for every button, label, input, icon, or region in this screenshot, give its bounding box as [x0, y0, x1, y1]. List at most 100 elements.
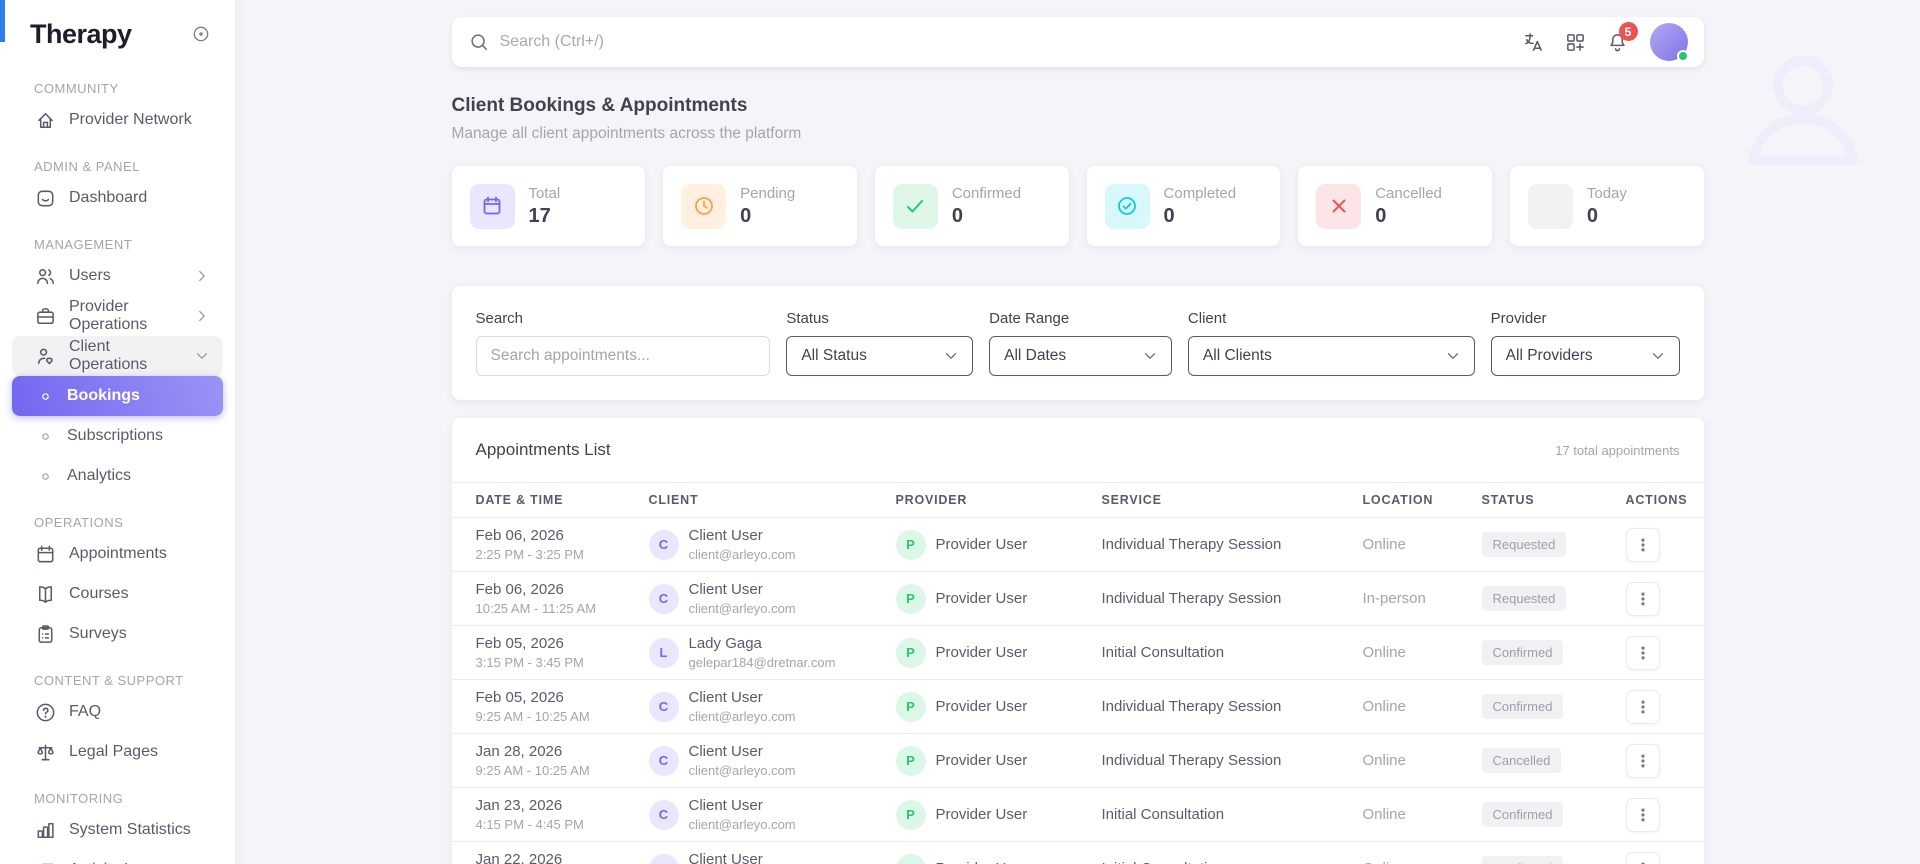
client-name: Client User — [688, 581, 763, 598]
sidebar-item-users[interactable]: Users — [12, 256, 223, 296]
status-badge: Confirmed — [1481, 640, 1564, 665]
client-avatar: C — [648, 745, 679, 776]
provider-name: Provider User — [935, 590, 1028, 607]
bullet-icon — [39, 470, 52, 483]
stat-value: 17 — [528, 204, 551, 227]
client-name: Lady Gaga — [688, 635, 762, 652]
client-avatar: C — [648, 691, 679, 722]
status-filter-select[interactable]: All Status — [786, 336, 974, 376]
sidebar-pin-icon[interactable] — [191, 24, 211, 44]
calendar-icon — [34, 543, 57, 566]
row-actions-button[interactable] — [1625, 689, 1660, 724]
bullet-icon — [39, 390, 52, 403]
row-actions-button[interactable] — [1625, 851, 1660, 864]
stat-label: Completed — [1163, 184, 1237, 202]
appointments-total-count: 17 total appointments — [1555, 442, 1680, 458]
sidebar-accent-bar — [0, 0, 5, 42]
row-actions-button[interactable] — [1625, 797, 1660, 832]
language-icon — [1522, 31, 1545, 54]
provider-avatar: P — [895, 529, 926, 560]
notification-badge: 5 — [1618, 22, 1638, 41]
home-icon — [34, 109, 57, 132]
appointment-date: Feb 06, 2026 — [475, 581, 564, 598]
filter-label-status: Status — [786, 310, 829, 327]
stat-label: Pending — [740, 184, 796, 202]
sidebar-item-system-statistics[interactable]: System Statistics — [12, 810, 223, 850]
client-name: Client User — [688, 689, 763, 706]
client-email: client@arleyo.com — [688, 817, 796, 832]
scale-icon — [34, 741, 57, 764]
location: Online — [1362, 643, 1406, 661]
table-row: Jan 23, 2026 4:15 PM - 4:45 PM C Client … — [451, 787, 1704, 842]
online-status-dot — [1676, 50, 1689, 62]
person-icon — [1653, 26, 1920, 176]
dots-vertical-icon — [1634, 698, 1652, 716]
column-header-location: Location — [1352, 482, 1472, 518]
table-header-row: Date & Time Client Provider Service Location… — [451, 482, 1704, 518]
sidebar-item-legal-pages[interactable]: Legal Pages — [12, 732, 223, 772]
table-row: Feb 06, 2026 2:25 PM - 3:25 PM C Client … — [451, 517, 1704, 572]
client-email: gelepar184@dretnar.com — [688, 655, 836, 670]
row-actions-button[interactable] — [1625, 635, 1660, 670]
service-name: Initial Consultation — [1102, 860, 1225, 864]
column-header-date-time: Date & Time — [451, 482, 639, 518]
status-badge: Confirmed — [1481, 856, 1564, 864]
sidebar-section-label: ADMIN & PANEL — [34, 159, 140, 174]
sidebar-item-activity-logs[interactable]: Activity Logs — [12, 850, 223, 864]
dots-vertical-icon — [1634, 536, 1652, 554]
provider-filter-select[interactable]: All Providers — [1490, 336, 1680, 376]
sidebar-section-label: CONTENT & SUPPORT — [34, 673, 184, 688]
appointments-search-input[interactable] — [475, 336, 771, 376]
sidebar-item-client-operations[interactable]: Client Operations — [12, 336, 223, 376]
sidebar-item-courses[interactable]: Courses — [12, 574, 223, 614]
location: Online — [1363, 860, 1406, 864]
client-filter-select[interactable]: All Clients — [1187, 336, 1475, 376]
global-search-input[interactable] — [499, 33, 1506, 51]
filter-label-date-range: Date Range — [989, 310, 1070, 327]
status-badge: Requested — [1481, 586, 1567, 611]
appointment-time: 10:25 AM - 11:25 AM — [475, 601, 596, 616]
dots-vertical-icon — [1634, 860, 1652, 864]
appointments-list-title: Appointments List — [475, 440, 611, 459]
sidebar-item-appointments[interactable]: Appointments — [12, 534, 223, 574]
filter-label-provider: Provider — [1490, 310, 1547, 327]
sidebar-item-provider-operations[interactable]: Provider Operations — [12, 296, 223, 336]
column-header-status: Status — [1471, 482, 1616, 518]
sidebar-item-subscriptions[interactable]: Subscriptions — [12, 416, 223, 456]
shortcuts-button[interactable] — [1558, 25, 1594, 59]
table-row: Jan 28, 2026 9:25 AM - 10:25 AM C Client… — [451, 733, 1704, 788]
sidebar-nav: COMMUNITY Provider Network ADMIN & PANEL… — [0, 81, 235, 864]
appointment-time: 3:15 PM - 3:45 PM — [475, 655, 584, 670]
service-name: Individual Therapy Session — [1101, 697, 1282, 715]
provider-avatar: P — [895, 637, 926, 668]
provider-avatar: P — [895, 853, 926, 864]
client-avatar: C — [648, 799, 679, 830]
provider-name: Provider User — [935, 644, 1028, 661]
column-header-provider: Provider — [885, 482, 1092, 518]
appointment-date: Feb 06, 2026 — [475, 527, 564, 544]
chevron-down-icon — [1141, 347, 1159, 365]
stat-value: 0 — [740, 204, 752, 227]
sidebar-item-faq[interactable]: FAQ — [12, 692, 223, 732]
sidebar-section-label: OPERATIONS — [34, 515, 124, 530]
row-actions-button[interactable] — [1625, 527, 1660, 562]
location: Online — [1362, 805, 1406, 823]
stat-label: Cancelled — [1375, 184, 1442, 202]
grid-plus-icon — [1564, 31, 1587, 54]
sidebar-item-dashboard[interactable]: Dashboard — [12, 178, 223, 218]
row-actions-button[interactable] — [1625, 743, 1660, 778]
sidebar-item-analytics[interactable]: Analytics — [12, 456, 223, 496]
stat-value: 0 — [1375, 204, 1387, 227]
book-icon — [34, 583, 57, 606]
sidebar-item-provider-network[interactable]: Provider Network — [12, 100, 223, 140]
chevron-down-icon — [1444, 347, 1462, 365]
user-avatar[interactable] — [1649, 23, 1689, 62]
sidebar-item-bookings[interactable]: Bookings — [12, 376, 223, 416]
date-range-filter-select[interactable]: All Dates — [989, 336, 1172, 376]
provider-name: Provider User — [935, 698, 1028, 715]
language-button[interactable] — [1516, 25, 1552, 59]
row-actions-button[interactable] — [1625, 581, 1660, 616]
appointment-date: Feb 05, 2026 — [475, 635, 564, 652]
sidebar-item-surveys[interactable]: Surveys — [12, 614, 223, 654]
notifications-button[interactable]: 5 — [1600, 22, 1638, 59]
